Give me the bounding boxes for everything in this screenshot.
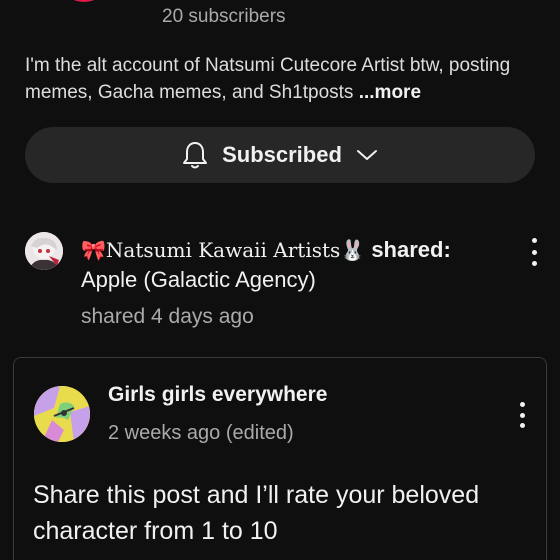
original-post-timestamp: 2 weeks ago (edited) — [108, 422, 294, 444]
bell-icon — [183, 142, 208, 169]
post-body-text: Share this post and I’ll rate your belov… — [33, 481, 480, 545]
sharer-avatar[interactable] — [25, 232, 63, 270]
channel-avatar[interactable] — [62, 0, 106, 2]
original-author-avatar[interactable] — [34, 386, 90, 442]
sharer-name[interactable]: 🎀Natsumi Kawaii Artists🐰 — [81, 238, 365, 262]
channel-description-text: I'm the alt account of Natsumi Cutecore … — [25, 55, 511, 103]
subscriber-count: 20 subscribers — [162, 6, 286, 27]
post-more-vert-icon[interactable] — [512, 402, 532, 428]
share-more-vert-icon[interactable] — [524, 238, 544, 266]
chevron-down-icon — [356, 150, 377, 160]
more-link[interactable]: ...more — [353, 82, 421, 103]
channel-description[interactable]: I'm the alt account of Natsumi Cutecore … — [25, 52, 545, 106]
shared-from-channel[interactable]: Apple (Galactic Agency) — [81, 267, 316, 292]
subscribed-button[interactable]: Subscribed — [25, 127, 535, 183]
original-avatar-image — [34, 386, 90, 442]
share-header: 🎀Natsumi Kawaii Artists🐰 shared: Apple (… — [81, 235, 501, 295]
shared-label: shared: — [365, 237, 451, 262]
original-author-name[interactable]: Girls girls everywhere — [108, 383, 327, 407]
sharer-avatar-image — [25, 232, 63, 270]
share-timestamp: shared 4 days ago — [81, 305, 254, 328]
subscribed-label: Subscribed — [222, 142, 342, 167]
